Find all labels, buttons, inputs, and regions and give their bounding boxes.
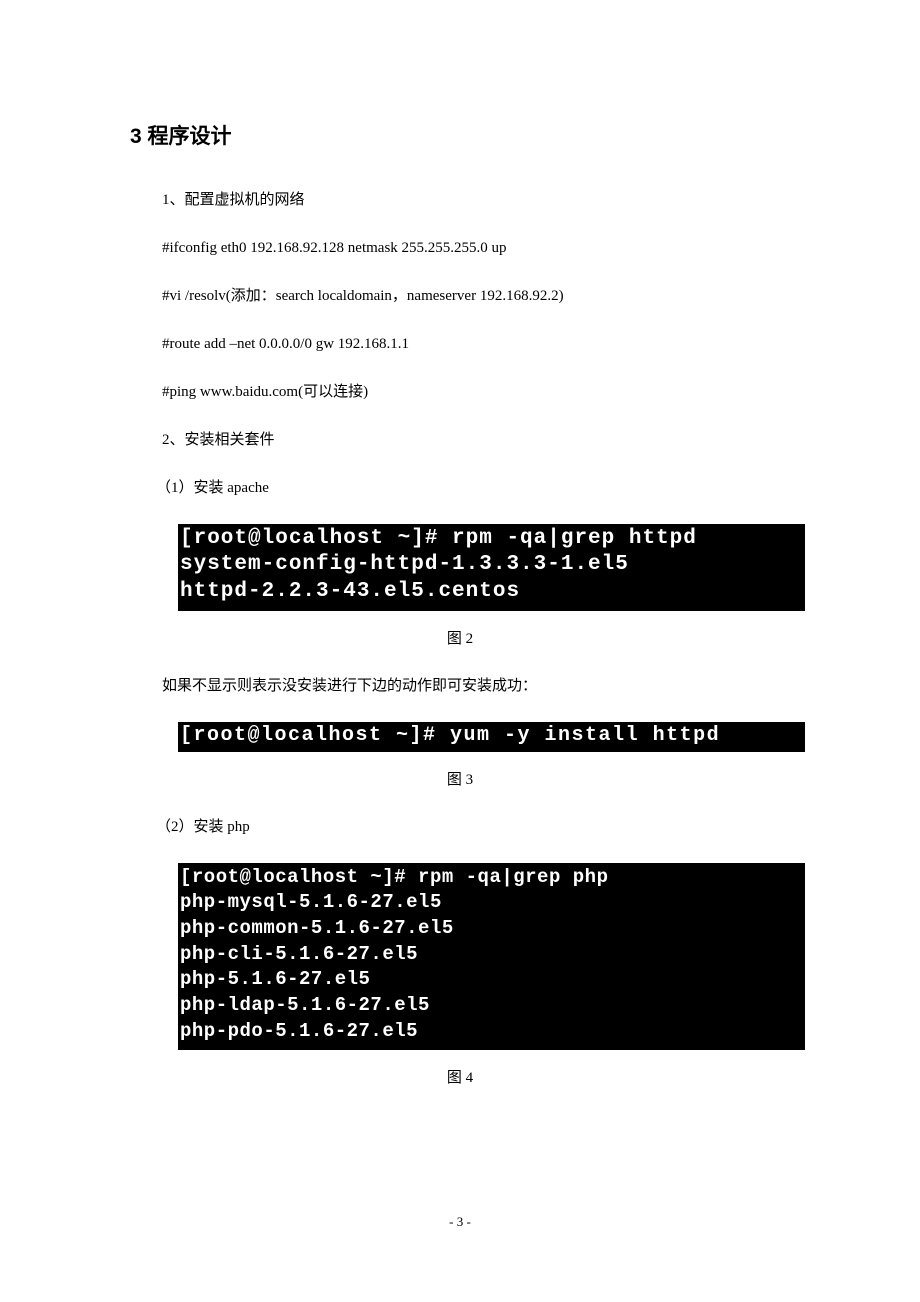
paragraph: 如果不显示则表示没安装进行下边的动作即可安装成功： [130, 674, 790, 698]
terminal-output: [root@localhost ~]# yum -y install httpd [178, 722, 805, 752]
command-line: #route add –net 0.0.0.0/0 gw 192.168.1.1 [130, 332, 790, 356]
figure-caption: 图 4 [130, 1066, 790, 1087]
paragraph: 2、安装相关套件 [130, 428, 790, 452]
terminal-output: [root@localhost ~]# rpm -qa|grep php php… [178, 863, 805, 1050]
paragraph: （1）安装 apache [130, 476, 790, 500]
command-line: #vi /resolv(添加：search localdomain，namese… [130, 284, 790, 308]
page-number: - 3 - [0, 1214, 920, 1230]
figure-caption: 图 2 [130, 627, 790, 648]
paragraph: 1、配置虚拟机的网络 [130, 188, 790, 212]
command-line: #ping www.baidu.com(可以连接) [130, 380, 790, 404]
command-line: #ifconfig eth0 192.168.92.128 netmask 25… [130, 236, 790, 260]
terminal-output: [root@localhost ~]# rpm -qa|grep httpd s… [178, 524, 805, 611]
section-heading: 3 程序设计 [130, 120, 790, 150]
paragraph: （2）安装 php [130, 815, 790, 839]
figure-caption: 图 3 [130, 768, 790, 789]
document-page: 3 程序设计 1、配置虚拟机的网络 #ifconfig eth0 192.168… [0, 0, 920, 1087]
